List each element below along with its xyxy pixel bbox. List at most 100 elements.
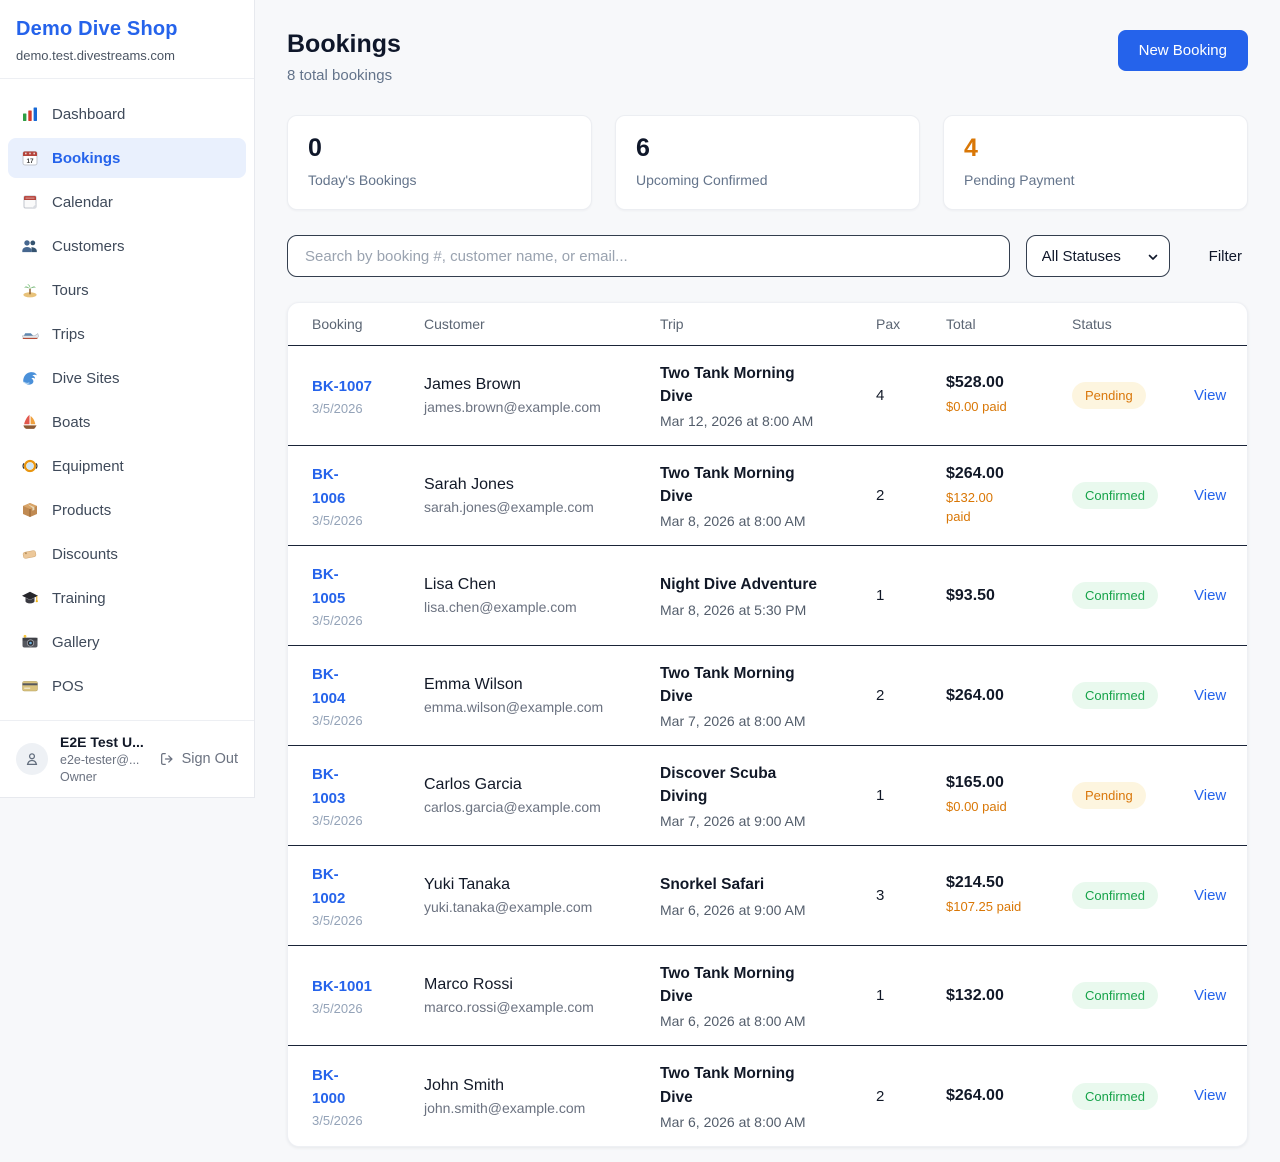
booking-id-link[interactable]: BK-1001 xyxy=(312,975,372,998)
sidebar-item-tours[interactable]: Tours xyxy=(8,270,246,310)
total-amount: $214.50 xyxy=(946,874,1072,892)
trip-datetime: Mar 6, 2026 at 8:00 AM xyxy=(660,1114,876,1130)
sidebar-item-pos[interactable]: POS xyxy=(8,666,246,706)
table-row: BK-1001 3/5/2026 Marco Rossi marco.rossi… xyxy=(288,946,1247,1046)
view-link[interactable]: View xyxy=(1194,887,1226,904)
new-booking-button[interactable]: New Booking xyxy=(1118,30,1248,71)
stat-label: Pending Payment xyxy=(964,172,1227,188)
customer-name: Marco Rossi xyxy=(424,976,660,994)
package-icon xyxy=(21,501,39,519)
stat-card: 6 Upcoming Confirmed xyxy=(615,115,920,210)
trip-name: Discover Scuba Diving xyxy=(660,762,876,809)
booking-date: 3/5/2026 xyxy=(312,813,424,828)
brand-title: Demo Dive Shop xyxy=(16,18,238,41)
booking-id-link[interactable]: BK-1007 xyxy=(312,375,372,398)
pax-count: 2 xyxy=(876,1088,946,1105)
sidebar-item-products[interactable]: Products xyxy=(8,490,246,530)
trip-name: Two Tank Morning Dive xyxy=(660,1062,876,1109)
pax-count: 1 xyxy=(876,787,946,804)
pax-count: 1 xyxy=(876,587,946,604)
col-customer: Customer xyxy=(424,316,660,332)
main-content: Bookings 8 total bookings New Booking 0 … xyxy=(255,0,1280,1147)
col-total: Total xyxy=(946,316,1072,332)
status-badge: Confirmed xyxy=(1072,882,1158,909)
customer-name: Yuki Tanaka xyxy=(424,876,660,894)
booking-date: 3/5/2026 xyxy=(312,913,424,928)
sign-out-button[interactable]: Sign Out xyxy=(159,751,238,767)
status-select-wrap: All Statuses xyxy=(1026,235,1170,277)
table-row: BK- 1002 3/5/2026 Yuki Tanaka yuki.tanak… xyxy=(288,846,1247,946)
paid-amount: $107.25 paid xyxy=(946,897,1072,917)
sidebar-item-dashboard[interactable]: Dashboard xyxy=(8,94,246,134)
filter-button[interactable]: Filter xyxy=(1203,248,1248,265)
booking-id-link[interactable]: BK- 1006 xyxy=(312,463,345,510)
view-link[interactable]: View xyxy=(1194,1087,1226,1104)
view-link[interactable]: View xyxy=(1194,987,1226,1004)
user-name: E2E Test U... xyxy=(60,734,147,750)
trip-name: Two Tank Morning Dive xyxy=(660,962,876,1009)
view-link[interactable]: View xyxy=(1194,487,1226,504)
sign-out-label: Sign Out xyxy=(182,751,238,767)
customer-email: john.smith@example.com xyxy=(424,1100,660,1116)
view-link[interactable]: View xyxy=(1194,387,1226,404)
page-header: Bookings 8 total bookings New Booking xyxy=(287,30,1248,84)
trip-name: Two Tank Morning Dive xyxy=(660,462,876,509)
trip-name: Two Tank Morning Dive xyxy=(660,662,876,709)
booking-date: 3/5/2026 xyxy=(312,513,424,528)
table-row: BK- 1005 3/5/2026 Lisa Chen lisa.chen@ex… xyxy=(288,546,1247,646)
total-amount: $264.00 xyxy=(946,1087,1072,1105)
sidebar-item-equipment[interactable]: Equipment xyxy=(8,446,246,486)
dive-mask-icon xyxy=(21,457,39,475)
stat-value: 6 xyxy=(636,134,899,163)
total-amount: $165.00 xyxy=(946,774,1072,792)
svg-text:17: 17 xyxy=(26,158,34,165)
sidebar-item-gallery[interactable]: Gallery xyxy=(8,622,246,662)
brand: Demo Dive Shop demo.test.divestreams.com xyxy=(0,0,254,79)
booking-id-link[interactable]: BK- 1000 xyxy=(312,1064,345,1111)
view-link[interactable]: View xyxy=(1194,687,1226,704)
page-title: Bookings xyxy=(287,30,401,59)
paid-amount: $132.00 paid xyxy=(946,488,1072,527)
sidebar-item-calendar[interactable]: Calendar xyxy=(8,182,246,222)
col-booking: Booking xyxy=(288,316,424,332)
status-filter-select[interactable]: All Statuses xyxy=(1026,235,1170,277)
sidebar-item-bookings[interactable]: 17 Bookings xyxy=(8,138,246,178)
sidebar-item-customers[interactable]: Customers xyxy=(8,226,246,266)
user-role: Owner xyxy=(60,770,147,784)
booking-id-link[interactable]: BK- 1003 xyxy=(312,763,345,810)
table-row: BK-1007 3/5/2026 James Brown james.brown… xyxy=(288,346,1247,446)
total-amount: $93.50 xyxy=(946,587,1072,605)
trip-datetime: Mar 8, 2026 at 5:30 PM xyxy=(660,602,876,618)
col-status: Status xyxy=(1072,316,1194,332)
sidebar-item-training[interactable]: Training xyxy=(8,578,246,618)
grad-cap-icon xyxy=(21,589,39,607)
view-link[interactable]: View xyxy=(1194,787,1226,804)
paid-amount: $0.00 paid xyxy=(946,797,1072,817)
customer-name: Carlos Garcia xyxy=(424,776,660,794)
booking-id-link[interactable]: BK- 1004 xyxy=(312,663,345,710)
stat-label: Today's Bookings xyxy=(308,172,571,188)
booking-id-link[interactable]: BK- 1005 xyxy=(312,563,345,610)
sidebar-item-trips[interactable]: Trips xyxy=(8,314,246,354)
trip-datetime: Mar 6, 2026 at 8:00 AM xyxy=(660,1013,876,1029)
trip-name: Two Tank Morning Dive xyxy=(660,362,876,409)
view-link[interactable]: View xyxy=(1194,587,1226,604)
sidebar-item-boats[interactable]: Boats xyxy=(8,402,246,442)
booking-id-link[interactable]: BK- 1002 xyxy=(312,863,345,910)
bar-chart-icon xyxy=(21,105,39,123)
sidebar-item-dive-sites[interactable]: Dive Sites xyxy=(8,358,246,398)
trip-datetime: Mar 7, 2026 at 9:00 AM xyxy=(660,813,876,829)
customer-email: james.brown@example.com xyxy=(424,399,660,415)
stat-label: Upcoming Confirmed xyxy=(636,172,899,188)
booking-date: 3/5/2026 xyxy=(312,401,424,416)
trip-datetime: Mar 6, 2026 at 9:00 AM xyxy=(660,902,876,918)
search-input[interactable] xyxy=(287,235,1010,277)
status-badge: Confirmed xyxy=(1072,982,1158,1009)
total-amount: $264.00 xyxy=(946,687,1072,705)
stat-value: 0 xyxy=(308,134,571,163)
customers-icon xyxy=(21,237,39,255)
sidebar-item-discounts[interactable]: Discounts xyxy=(8,534,246,574)
island-icon xyxy=(21,281,39,299)
customer-email: yuki.tanaka@example.com xyxy=(424,899,660,915)
booking-date: 3/5/2026 xyxy=(312,1001,424,1016)
